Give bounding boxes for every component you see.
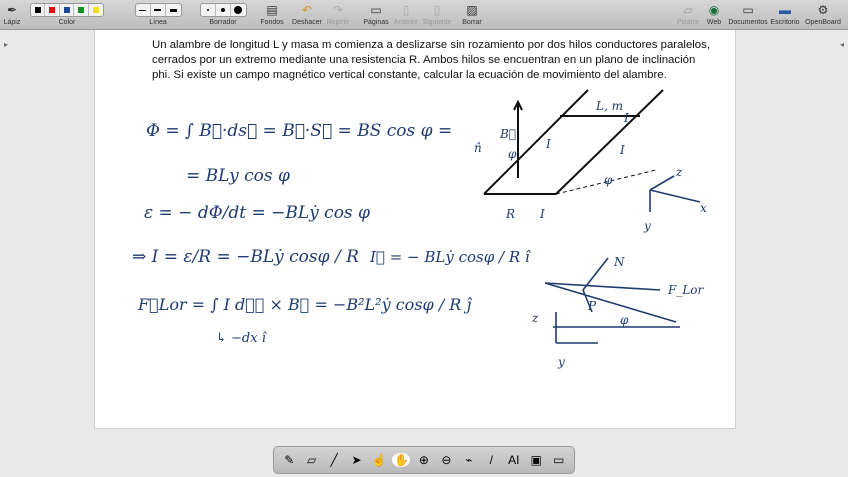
svg-text:P: P	[587, 299, 597, 313]
svg-text:y: y	[557, 355, 565, 369]
svg-text:I: I	[619, 143, 625, 157]
svg-text:L, m: L, m	[595, 99, 623, 113]
zoom-out-tool-button[interactable]: ⊖	[437, 453, 455, 467]
zoom-in-tool-button[interactable]: ⊕	[415, 453, 433, 467]
ink-line-flux: Φ = ∫ B⃗·ds⃗ = B⃗·S⃗ = BS cos φ =	[146, 121, 452, 141]
text-tool-button[interactable]: AI	[505, 453, 523, 467]
svg-text:y: y	[643, 219, 651, 233]
ink-line-force: F⃗Lor = ∫ I dℓ⃗ × B⃗ = −B²L²ẏ cosφ / R ĵ	[137, 295, 472, 314]
svg-text:z: z	[675, 165, 683, 179]
svg-text:I: I	[539, 207, 545, 221]
svg-text:φ: φ	[508, 147, 517, 161]
svg-text:R: R	[505, 207, 515, 221]
svg-text:φ: φ	[604, 173, 613, 187]
eraser-tool-button[interactable]: ▱	[303, 453, 321, 467]
svg-text:I: I	[623, 111, 629, 125]
ink-line-dl: ↳ −dx î	[216, 331, 268, 346]
hand-tool-button[interactable]: ✋	[392, 453, 411, 467]
highlighter-tool-button[interactable]: ╱	[325, 453, 343, 467]
svg-text:φ: φ	[620, 313, 629, 327]
keyboard-tool-button[interactable]: ▭	[550, 453, 568, 467]
svg-text:F_Lor: F_Lor	[667, 283, 705, 297]
svg-text:B⃗: B⃗	[499, 127, 516, 141]
ink-line-emf: ε = − dΦ/dt = −BLẏ cos φ	[144, 203, 370, 223]
floating-tool-dock: ✎ ▱ ╱ ➤ ☝ ✋ ⊕ ⊖ ⌁ / AI ▣ ▭	[273, 446, 575, 474]
svg-text:I: I	[545, 137, 551, 151]
laser-tool-button[interactable]: ⌁	[460, 453, 478, 467]
ink-line-current-vector: I⃗ = − BLẏ cosφ / R î	[369, 248, 531, 266]
ink-line-flux-result: = BLy cos φ	[186, 166, 290, 186]
pointer-hand-tool-button[interactable]: ☝	[370, 453, 388, 467]
pen-tool-button[interactable]: ✎	[280, 453, 298, 467]
rails-diagram	[483, 89, 664, 195]
line-tool-button[interactable]: /	[482, 453, 500, 467]
capture-tool-button[interactable]: ▣	[527, 453, 545, 467]
svg-text:n̂: n̂	[474, 141, 482, 155]
svg-text:z: z	[531, 311, 539, 325]
diagram-labels: B⃗ n̂ φ I I L, m I R I φ z x y N F_Lor P…	[474, 99, 707, 369]
handwritten-ink: Φ = ∫ B⃗·ds⃗ = B⃗·S⃗ = BS cos φ = = BLy …	[132, 89, 707, 369]
select-tool-button[interactable]: ➤	[348, 453, 366, 467]
ink-line-current: ⇒ I = ε/R = −BLẏ cosφ / R	[132, 247, 359, 267]
svg-text:N: N	[613, 255, 625, 269]
svg-text:x: x	[700, 201, 707, 215]
